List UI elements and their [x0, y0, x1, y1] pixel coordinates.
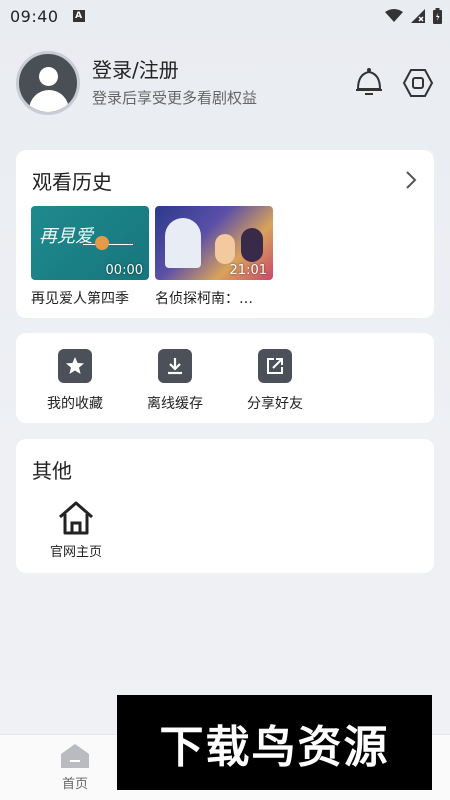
offline-cache-button[interactable]: 离线缓存 [125, 349, 225, 423]
download-icon [158, 349, 192, 383]
official-website-label: 官网主页 [49, 545, 102, 560]
share-icon [258, 349, 292, 383]
video-title: 名侦探柯南：… [155, 291, 253, 307]
favorites-button[interactable]: 我的收藏 [25, 349, 125, 423]
login-prompt[interactable]: 登录/注册 登录后享受更多看剧权益 [92, 57, 257, 109]
home-icon [59, 501, 93, 535]
history-item[interactable]: 再見爱 00:00 再见爱人第四季 [31, 206, 149, 308]
video-progress-time: 21:01 [229, 263, 267, 278]
notification-bell-icon[interactable] [354, 67, 384, 99]
status-time: 09:40 [10, 6, 59, 26]
video-thumbnail[interactable]: 21:01 [155, 206, 273, 280]
share-friends-label: 分享好友 [247, 396, 303, 412]
login-register-title[interactable]: 登录/注册 [92, 57, 257, 83]
tab-home[interactable]: 首页 [45, 743, 105, 792]
signal-icon [411, 9, 425, 23]
tab-home-label: 首页 [61, 777, 88, 792]
watermark-text: 下载鸟资源 [159, 721, 390, 773]
official-website-button[interactable]: 官网主页 [44, 499, 108, 560]
watch-history-title: 观看历史 [32, 169, 112, 194]
watermark-banner: 下载鸟资源 [117, 695, 432, 790]
others-title: 其他 [32, 459, 72, 483]
avatar[interactable] [16, 51, 80, 115]
wifi-icon [385, 9, 403, 22]
history-item[interactable]: 21:01 名侦探柯南：… [155, 206, 273, 308]
star-icon [58, 349, 92, 383]
video-title: 再见爱人第四季 [31, 291, 129, 307]
video-progress-time: 00:00 [105, 263, 143, 278]
accessibility-notification-icon: A [72, 10, 85, 22]
home-tab-icon [61, 744, 89, 768]
video-thumbnail[interactable]: 再見爱 00:00 [31, 206, 149, 280]
settings-hexagon-icon[interactable] [402, 68, 434, 98]
watch-history-header[interactable]: 观看历史 [16, 150, 434, 194]
quick-actions-card: 我的收藏 离线缓存 分享好友 [16, 333, 434, 423]
others-card: 其他 官网主页 [16, 439, 434, 573]
offline-cache-label: 离线缓存 [147, 396, 203, 412]
favorites-label: 我的收藏 [47, 396, 103, 412]
profile-header[interactable]: 登录/注册 登录后享受更多看剧权益 [16, 50, 436, 116]
share-friends-button[interactable]: 分享好友 [225, 349, 325, 423]
chevron-right-icon[interactable] [404, 170, 418, 190]
status-bar: 09:40 A [0, 0, 450, 32]
watch-history-card: 观看历史 再見爱 00:00 再见爱人第四季 21:01 名侦探柯南：… [16, 150, 434, 318]
login-benefit-subtitle: 登录后享受更多看剧权益 [92, 89, 258, 107]
battery-icon [433, 8, 442, 24]
